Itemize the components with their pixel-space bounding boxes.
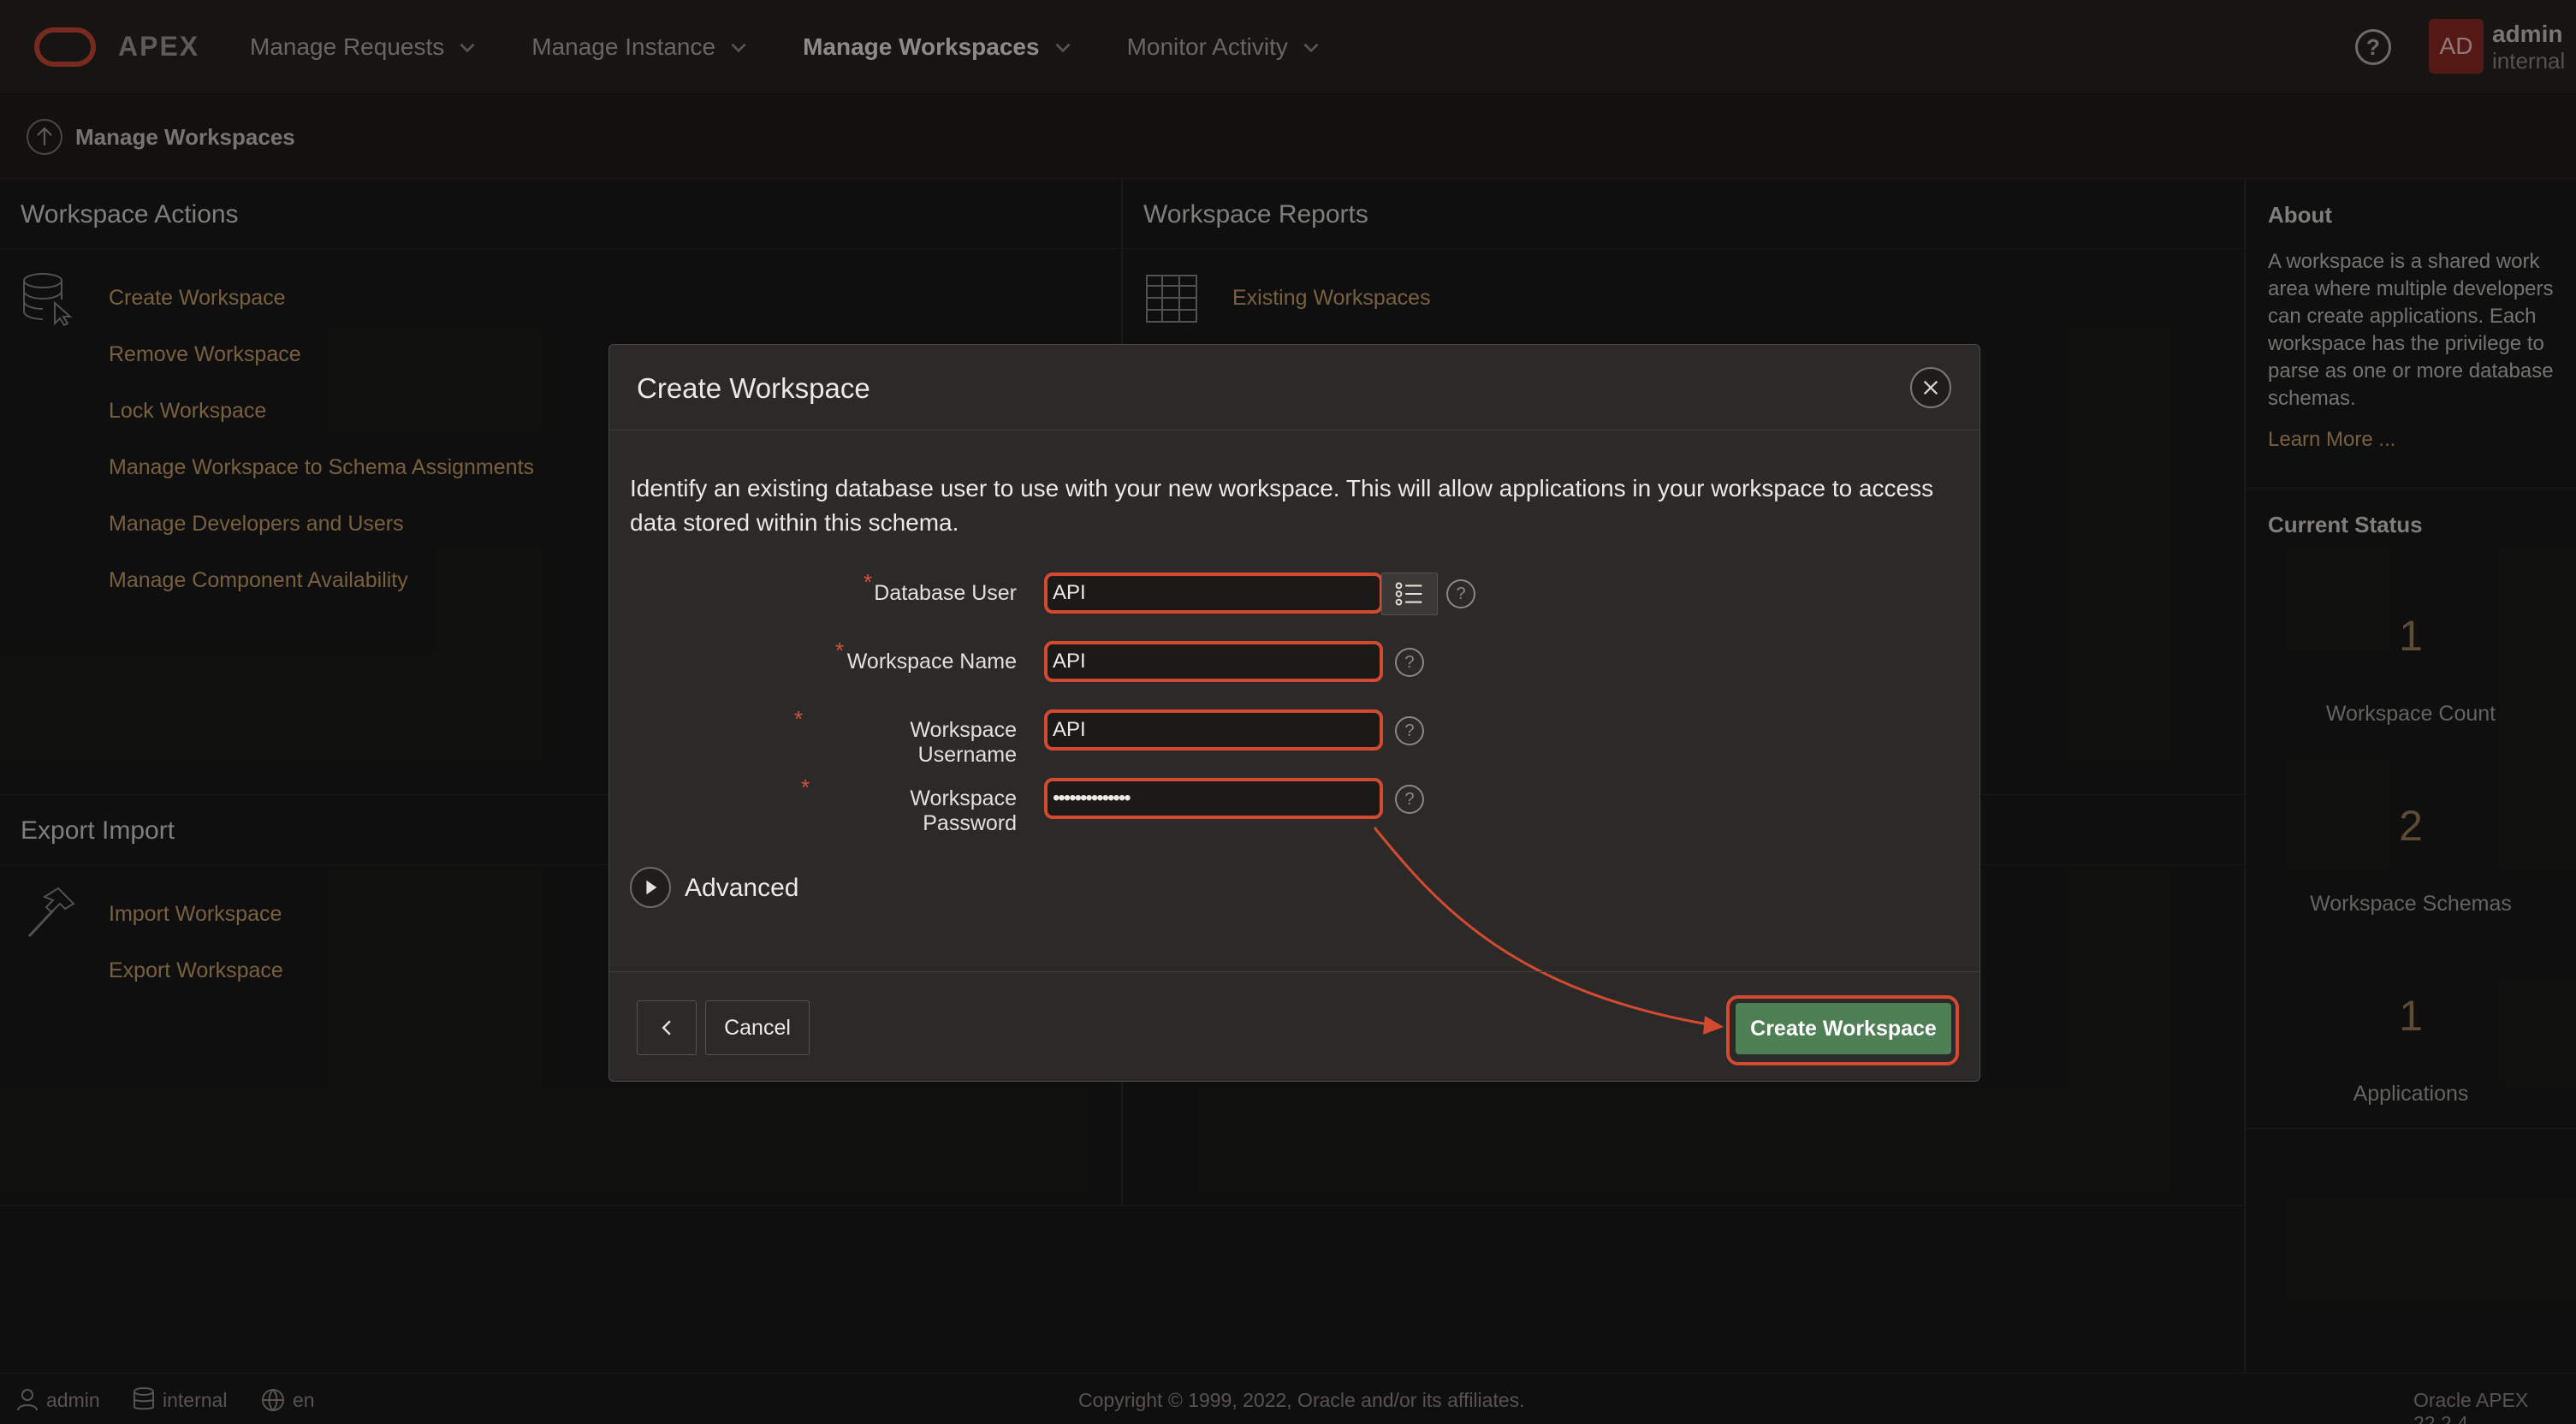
- back-button[interactable]: [637, 1000, 697, 1055]
- cancel-button[interactable]: Cancel: [705, 1000, 810, 1055]
- create-workspace-button[interactable]: Create Workspace: [1736, 1003, 1951, 1054]
- dialog-header: Create Workspace: [609, 345, 1979, 430]
- help-icon[interactable]: ?: [1395, 785, 1424, 814]
- workspace-password-label: Workspace Password: [910, 786, 1017, 835]
- database-user-field[interactable]: [1044, 573, 1383, 614]
- advanced-toggle-label[interactable]: Advanced: [685, 874, 798, 903]
- help-icon[interactable]: ?: [1395, 648, 1424, 677]
- required-asterisk: *: [794, 706, 804, 732]
- help-icon[interactable]: ?: [1395, 716, 1424, 745]
- expand-triangle-icon[interactable]: [630, 867, 671, 908]
- required-asterisk: *: [801, 774, 810, 800]
- workspace-username-field[interactable]: [1044, 709, 1383, 751]
- close-icon[interactable]: [1910, 367, 1951, 408]
- workspace-password-field[interactable]: [1044, 778, 1383, 819]
- dialog-intro-text: Identify an existing database user to us…: [630, 475, 1934, 536]
- list-icon[interactable]: [1381, 573, 1438, 615]
- database-user-label: Database User: [874, 581, 1017, 605]
- workspace-name-field[interactable]: [1044, 641, 1383, 682]
- workspace-name-label: Workspace Name: [846, 650, 1017, 673]
- annotation-arrow: [1373, 827, 1724, 1035]
- create-workspace-dialog: Create Workspace Identify an existing da…: [608, 344, 1980, 1082]
- dialog-title: Create Workspace: [637, 372, 870, 404]
- workspace-username-label: Workspace Username: [910, 718, 1017, 767]
- help-icon[interactable]: ?: [1446, 579, 1475, 608]
- dialog-footer-divider: [609, 971, 1979, 972]
